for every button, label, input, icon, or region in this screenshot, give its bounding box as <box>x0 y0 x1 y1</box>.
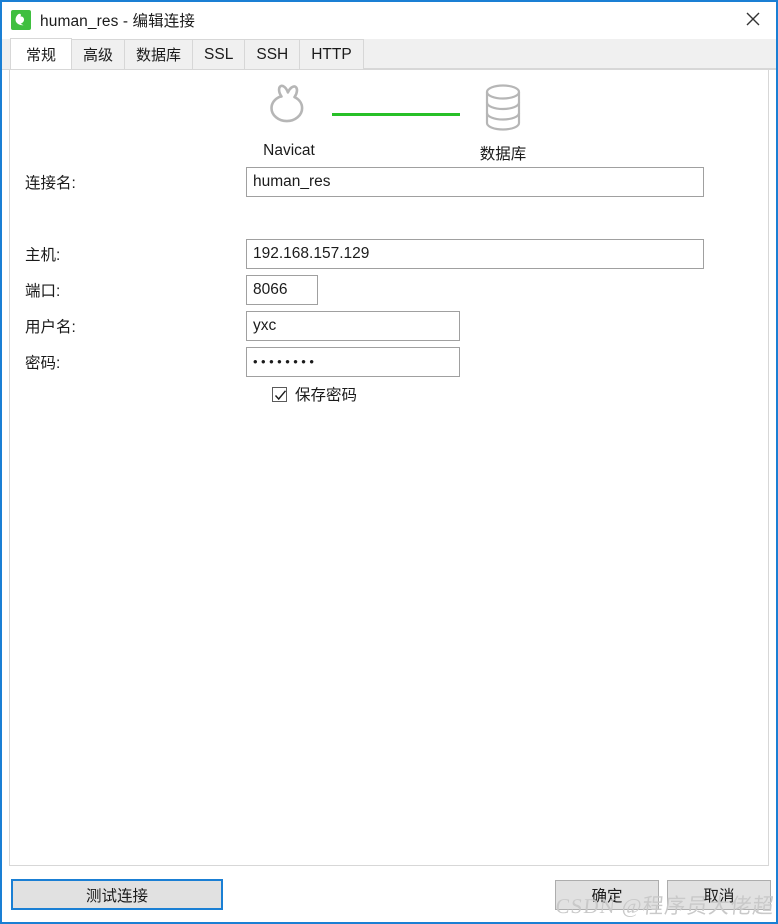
host-label: 主机: <box>25 247 61 264</box>
tab-ssh-label: SSH <box>256 45 289 63</box>
tab-general-label: 常规 <box>26 46 57 64</box>
connection-name-input[interactable] <box>246 167 704 197</box>
tab-database-label: 数据库 <box>136 47 182 64</box>
host-input[interactable] <box>246 239 704 269</box>
save-password-row[interactable]: 保存密码 <box>272 383 357 405</box>
dialog-footer: 测试连接 确定 取消 <box>2 866 776 922</box>
ok-label: 确定 <box>591 888 623 905</box>
password-input[interactable]: •••••••• <box>246 347 460 377</box>
ok-button[interactable]: 确定 <box>555 880 659 910</box>
connection-name-row: 连接名: <box>10 167 704 197</box>
test-connection-button[interactable]: 测试连接 <box>11 879 223 910</box>
password-label: 密码: <box>25 355 61 372</box>
tab-strip: 常规 高级 数据库 SSL SSH HTTP <box>2 38 776 70</box>
username-row: 用户名: <box>10 311 460 341</box>
tab-http-label: HTTP <box>311 45 352 63</box>
tab-database[interactable]: 数据库 <box>124 39 194 69</box>
port-label: 端口: <box>25 283 61 300</box>
general-tab-panel: Navicat 数据库 连接名: human_res 主机: 192.168.1… <box>9 70 769 866</box>
password-row: 密码: •••••••• <box>10 347 460 377</box>
title-bar: human_res - 编辑连接 <box>2 2 776 39</box>
tab-strip-filler <box>362 38 776 69</box>
tab-ssh[interactable]: SSH <box>244 39 301 69</box>
port-input[interactable] <box>246 275 318 305</box>
host-row: 主机: <box>10 239 704 269</box>
username-input[interactable] <box>246 311 460 341</box>
connection-name-label: 连接名: <box>25 175 76 192</box>
tab-http[interactable]: HTTP <box>299 39 364 69</box>
edit-connection-dialog: human_res - 编辑连接 常规 高级 数据库 SSL SSH HTTP <box>0 0 778 924</box>
port-row: 端口: <box>10 275 318 305</box>
tab-advanced-label: 高级 <box>83 47 114 64</box>
cancel-label: 取消 <box>703 888 735 905</box>
tab-advanced[interactable]: 高级 <box>71 39 126 69</box>
test-connection-label: 测试连接 <box>85 887 148 905</box>
tab-general[interactable]: 常规 <box>10 38 73 69</box>
cancel-button[interactable]: 取消 <box>667 880 771 910</box>
tab-ssl-label: SSL <box>204 45 234 63</box>
navicat-logo-icon <box>11 10 31 30</box>
connection-form: 连接名: 主机: 端口: 用户名: 密码: •••••••• <box>10 70 768 865</box>
close-icon[interactable] <box>730 2 776 36</box>
save-password-checkbox[interactable] <box>272 386 287 402</box>
save-password-label: 保存密码 <box>295 387 358 404</box>
username-label: 用户名: <box>25 319 76 336</box>
window-title: human_res - 编辑连接 <box>40 13 195 30</box>
tab-ssl[interactable]: SSL <box>192 39 246 69</box>
